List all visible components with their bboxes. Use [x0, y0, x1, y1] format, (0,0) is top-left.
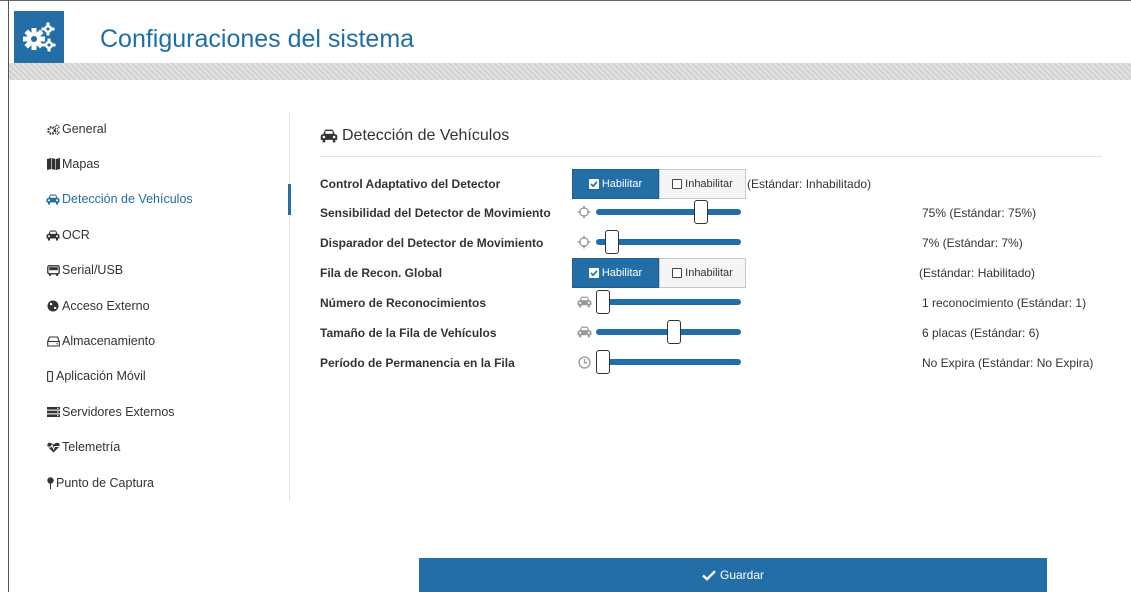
- sidebar-item-label: Mapas: [62, 157, 100, 171]
- sensibilidad-value: 75% (Estándar: 75%): [922, 206, 1037, 220]
- fila-global-default: (Estándar: Habilitado): [919, 266, 1036, 280]
- sidebar-item-label: Servidores Externos: [62, 405, 175, 419]
- slider-track: [596, 299, 741, 305]
- server-icon: [46, 405, 60, 419]
- settings-sidebar: General Mapas Detección de Vehículos OCR…: [44, 113, 290, 500]
- sidebar-item-label: Aplicación Móvil: [56, 369, 146, 383]
- sidebar-active-indicator: [288, 184, 291, 215]
- slider-handle[interactable]: [605, 230, 620, 254]
- num-reconocimientos-slider[interactable]: [596, 290, 741, 314]
- check-icon: [702, 569, 716, 581]
- map-pin-icon: [46, 476, 54, 490]
- sidebar-item-telemetria[interactable]: Telemetría: [46, 438, 120, 456]
- periodo-label: Período de Permanencia en la Fila: [320, 356, 515, 370]
- periodo-value: No Expira (Estándar: No Expira): [922, 356, 1094, 370]
- car-icon: [320, 129, 338, 143]
- control-adaptativo-enable-button[interactable]: Habilitar: [572, 169, 659, 199]
- slider-track: [596, 209, 741, 215]
- mobile-icon: [46, 369, 54, 383]
- sensibilidad-label: Sensibilidad del Detector de Movimiento: [320, 206, 551, 220]
- car-icon: [576, 324, 592, 340]
- sidebar-item-almacenamiento[interactable]: Almacenamiento: [46, 332, 155, 350]
- tamano-fila-value: 6 placas (Estándar: 6): [922, 326, 1040, 340]
- window-left-border: [8, 0, 9, 592]
- crosshairs-icon: [576, 204, 592, 220]
- sidebar-item-label: Almacenamiento: [62, 334, 156, 348]
- checkbox-checked-icon: [588, 179, 599, 189]
- section-title: Detección de Vehículos: [320, 127, 509, 145]
- sidebar-item-mapas[interactable]: Mapas: [46, 155, 100, 173]
- page-header: Configuraciones del sistema: [9, 1, 1131, 63]
- periodo-slider[interactable]: [596, 350, 741, 374]
- sensibilidad-slider[interactable]: [596, 200, 741, 224]
- crosshairs-icon: [576, 234, 592, 250]
- heartbeat-icon: [46, 440, 60, 454]
- gears-icon: [46, 122, 60, 136]
- sidebar-item-serial-usb[interactable]: Serial/USB: [46, 261, 123, 279]
- sidebar-item-label: Serial/USB: [62, 263, 124, 277]
- control-adaptativo-label: Control Adaptativo del Detector: [320, 177, 501, 191]
- tamano-fila-slider[interactable]: [596, 320, 741, 344]
- sidebar-item-label: Telemetría: [62, 440, 121, 454]
- section-title-text: Detección de Vehículos: [342, 127, 510, 144]
- control-adaptativo-disable-button[interactable]: Inhabilitar: [659, 169, 746, 199]
- checkbox-empty-icon: [672, 268, 683, 278]
- car-icon: [46, 192, 60, 206]
- gears-icon: [14, 11, 64, 63]
- fila-global-enable-button[interactable]: Habilitar: [572, 258, 659, 288]
- control-adaptativo-default: (Estándar: Inhabilitado): [747, 177, 872, 191]
- tamano-fila-label: Tamaño de la Fila de Vehículos: [320, 326, 497, 340]
- car-icon: [46, 228, 60, 242]
- sidebar-item-acceso-externo[interactable]: Acceso Externo: [46, 297, 150, 315]
- checkbox-empty-icon: [672, 179, 683, 189]
- disparador-label: Disparador del Detector de Movimiento: [320, 236, 544, 250]
- sidebar-item-servidores-externos[interactable]: Servidores Externos: [46, 403, 175, 421]
- slider-track: [596, 359, 741, 365]
- sidebar-item-label: Detección de Vehículos: [62, 192, 193, 206]
- sidebar-item-label: OCR: [62, 228, 90, 242]
- section-divider: [320, 156, 1102, 157]
- hdd-icon: [46, 334, 60, 348]
- globe-icon: [46, 299, 60, 313]
- sidebar-item-label: General: [62, 122, 107, 136]
- sidebar-item-label: Punto de Captura: [56, 476, 154, 490]
- sidebar-item-general[interactable]: General: [46, 120, 106, 138]
- bus-icon: [46, 263, 60, 277]
- map-icon: [46, 157, 60, 171]
- page-title: Configuraciones del sistema: [100, 25, 415, 53]
- sidebar-item-ocr[interactable]: OCR: [46, 226, 90, 244]
- sidebar-item-deteccion-vehiculos[interactable]: Detección de Vehículos: [46, 190, 193, 208]
- save-button-label: Guardar: [719, 568, 765, 582]
- header-band: [9, 63, 1131, 80]
- slider-handle[interactable]: [596, 350, 610, 374]
- sidebar-item-aplicacion-movil[interactable]: Aplicación Móvil: [46, 367, 146, 385]
- fila-global-disable-button[interactable]: Inhabilitar: [659, 258, 746, 288]
- fila-global-label: Fila de Recon. Global: [320, 266, 443, 280]
- checkbox-checked-icon: [588, 268, 599, 278]
- control-adaptativo-toggle: Habilitar Inhabilitar: [572, 169, 746, 199]
- disparador-slider[interactable]: [596, 230, 741, 254]
- sidebar-item-punto-captura[interactable]: Punto de Captura: [46, 474, 154, 492]
- save-button[interactable]: Guardar: [419, 558, 1047, 592]
- sidebar-item-label: Acceso Externo: [62, 299, 150, 313]
- slider-handle[interactable]: [666, 320, 681, 344]
- car-icon: [576, 294, 592, 310]
- fila-global-toggle: Habilitar Inhabilitar: [572, 258, 746, 288]
- disparador-value: 7% (Estándar: 7%): [922, 236, 1023, 250]
- num-reconocimientos-label: Número de Reconocimientos: [320, 296, 487, 310]
- num-reconocimientos-value: 1 reconocimiento (Estándar: 1): [922, 296, 1087, 310]
- slider-handle[interactable]: [596, 290, 610, 314]
- clock-icon: [576, 354, 592, 370]
- slider-handle[interactable]: [694, 200, 709, 224]
